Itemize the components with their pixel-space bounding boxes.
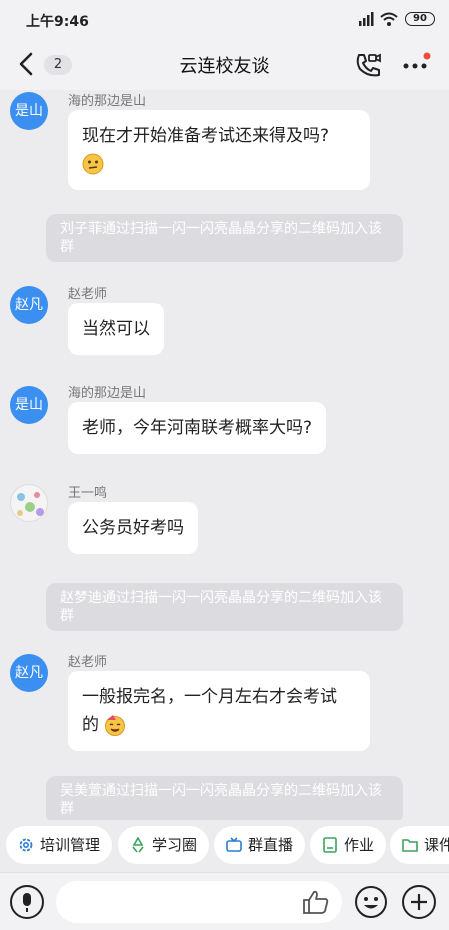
avatar[interactable]: 是山 [10, 386, 48, 424]
tool-label: 作业 [344, 836, 375, 854]
thinking-emoji-icon [82, 153, 104, 175]
sender-name: 海的那边是山 [68, 94, 147, 109]
chat-header: 2 云连校友谈 [0, 38, 449, 90]
avatar[interactable]: 赵凡 [10, 286, 48, 324]
microphone-icon [23, 893, 31, 912]
system-message: 赵梦迪通过扫描一闪一闪亮晶晶分享的二维码加入该群 [46, 583, 403, 631]
tool-label: 群直播 [248, 836, 294, 854]
wifi-icon [380, 12, 398, 26]
avatar[interactable]: 是山 [10, 92, 48, 130]
doodle-avatar-icon [17, 492, 44, 516]
message-text: 老师，今年河南联考概率大吗? [82, 418, 313, 438]
notebook-icon [323, 837, 337, 853]
tv-icon [226, 837, 242, 852]
gear-icon [19, 838, 33, 852]
tools-row: 培训管理 学习圈 群直播 作业 课件 [0, 820, 449, 872]
message-text-line1: 一般报完名，一个月左右才会考试 [82, 687, 337, 707]
signal-icon [359, 12, 374, 26]
sender-name: 赵老师 [68, 655, 108, 670]
message-text-line2: 的 [82, 715, 99, 735]
emoji-icon[interactable] [354, 885, 388, 919]
avatar[interactable] [10, 484, 48, 522]
system-message: 刘子菲通过扫描一闪一闪亮晶晶分享的二维码加入该群 [46, 214, 403, 262]
avatar[interactable]: 赵凡 [10, 654, 48, 692]
status-time: 上午9:46 [26, 14, 89, 30]
party-emoji-icon [105, 715, 126, 736]
message-text: 当然可以 [82, 319, 150, 339]
tool-training-management[interactable]: 培训管理 [6, 826, 113, 864]
sender-name: 赵老师 [68, 287, 108, 302]
recycle-icon [132, 837, 144, 853]
input-bar [0, 872, 449, 930]
tool-label: 培训管理 [40, 836, 101, 854]
tool-homework[interactable]: 作业 [310, 826, 387, 864]
tool-study-circle[interactable]: 学习圈 [118, 826, 210, 864]
system-message: 吴美萱通过扫描一闪一闪亮晶晶分享的二维码加入该群 [46, 776, 403, 820]
phone-video-icon[interactable] [354, 52, 382, 78]
add-button[interactable] [402, 885, 436, 919]
message-text: 公务员好考吗 [82, 518, 184, 538]
folder-icon [402, 839, 418, 852]
message-input[interactable] [56, 881, 342, 923]
tool-label: 课件 [424, 836, 449, 854]
status-bar: 上午9:46 90 [0, 0, 449, 38]
sender-name: 王一鸣 [68, 486, 108, 501]
tool-label: 学习圈 [152, 836, 198, 854]
message-bubble[interactable]: 老师，今年河南联考概率大吗? [68, 402, 327, 454]
tool-group-live[interactable]: 群直播 [214, 826, 306, 864]
message-bubble[interactable]: 现在才开始准备考试还来得及吗? [68, 110, 370, 190]
thumbs-up-icon[interactable] [302, 889, 330, 915]
message-bubble[interactable]: 一般报完名，一个月左右才会考试 的 [68, 671, 370, 751]
plus-icon [411, 894, 427, 910]
message-bubble[interactable]: 公务员好考吗 [68, 502, 198, 554]
battery-indicator: 90 [405, 12, 435, 26]
voice-button[interactable] [10, 885, 44, 919]
message-bubble[interactable]: 当然可以 [68, 303, 164, 355]
message-text: 现在才开始准备考试还来得及吗? [82, 126, 330, 146]
message-list[interactable]: 是山 海的那边是山 现在才开始准备考试还来得及吗? 刘子菲通过扫描一闪一闪亮晶晶… [0, 90, 449, 820]
sender-name: 海的那边是山 [68, 386, 147, 401]
tool-courseware[interactable]: 课件 [390, 826, 449, 864]
more-options-icon[interactable] [400, 52, 432, 76]
